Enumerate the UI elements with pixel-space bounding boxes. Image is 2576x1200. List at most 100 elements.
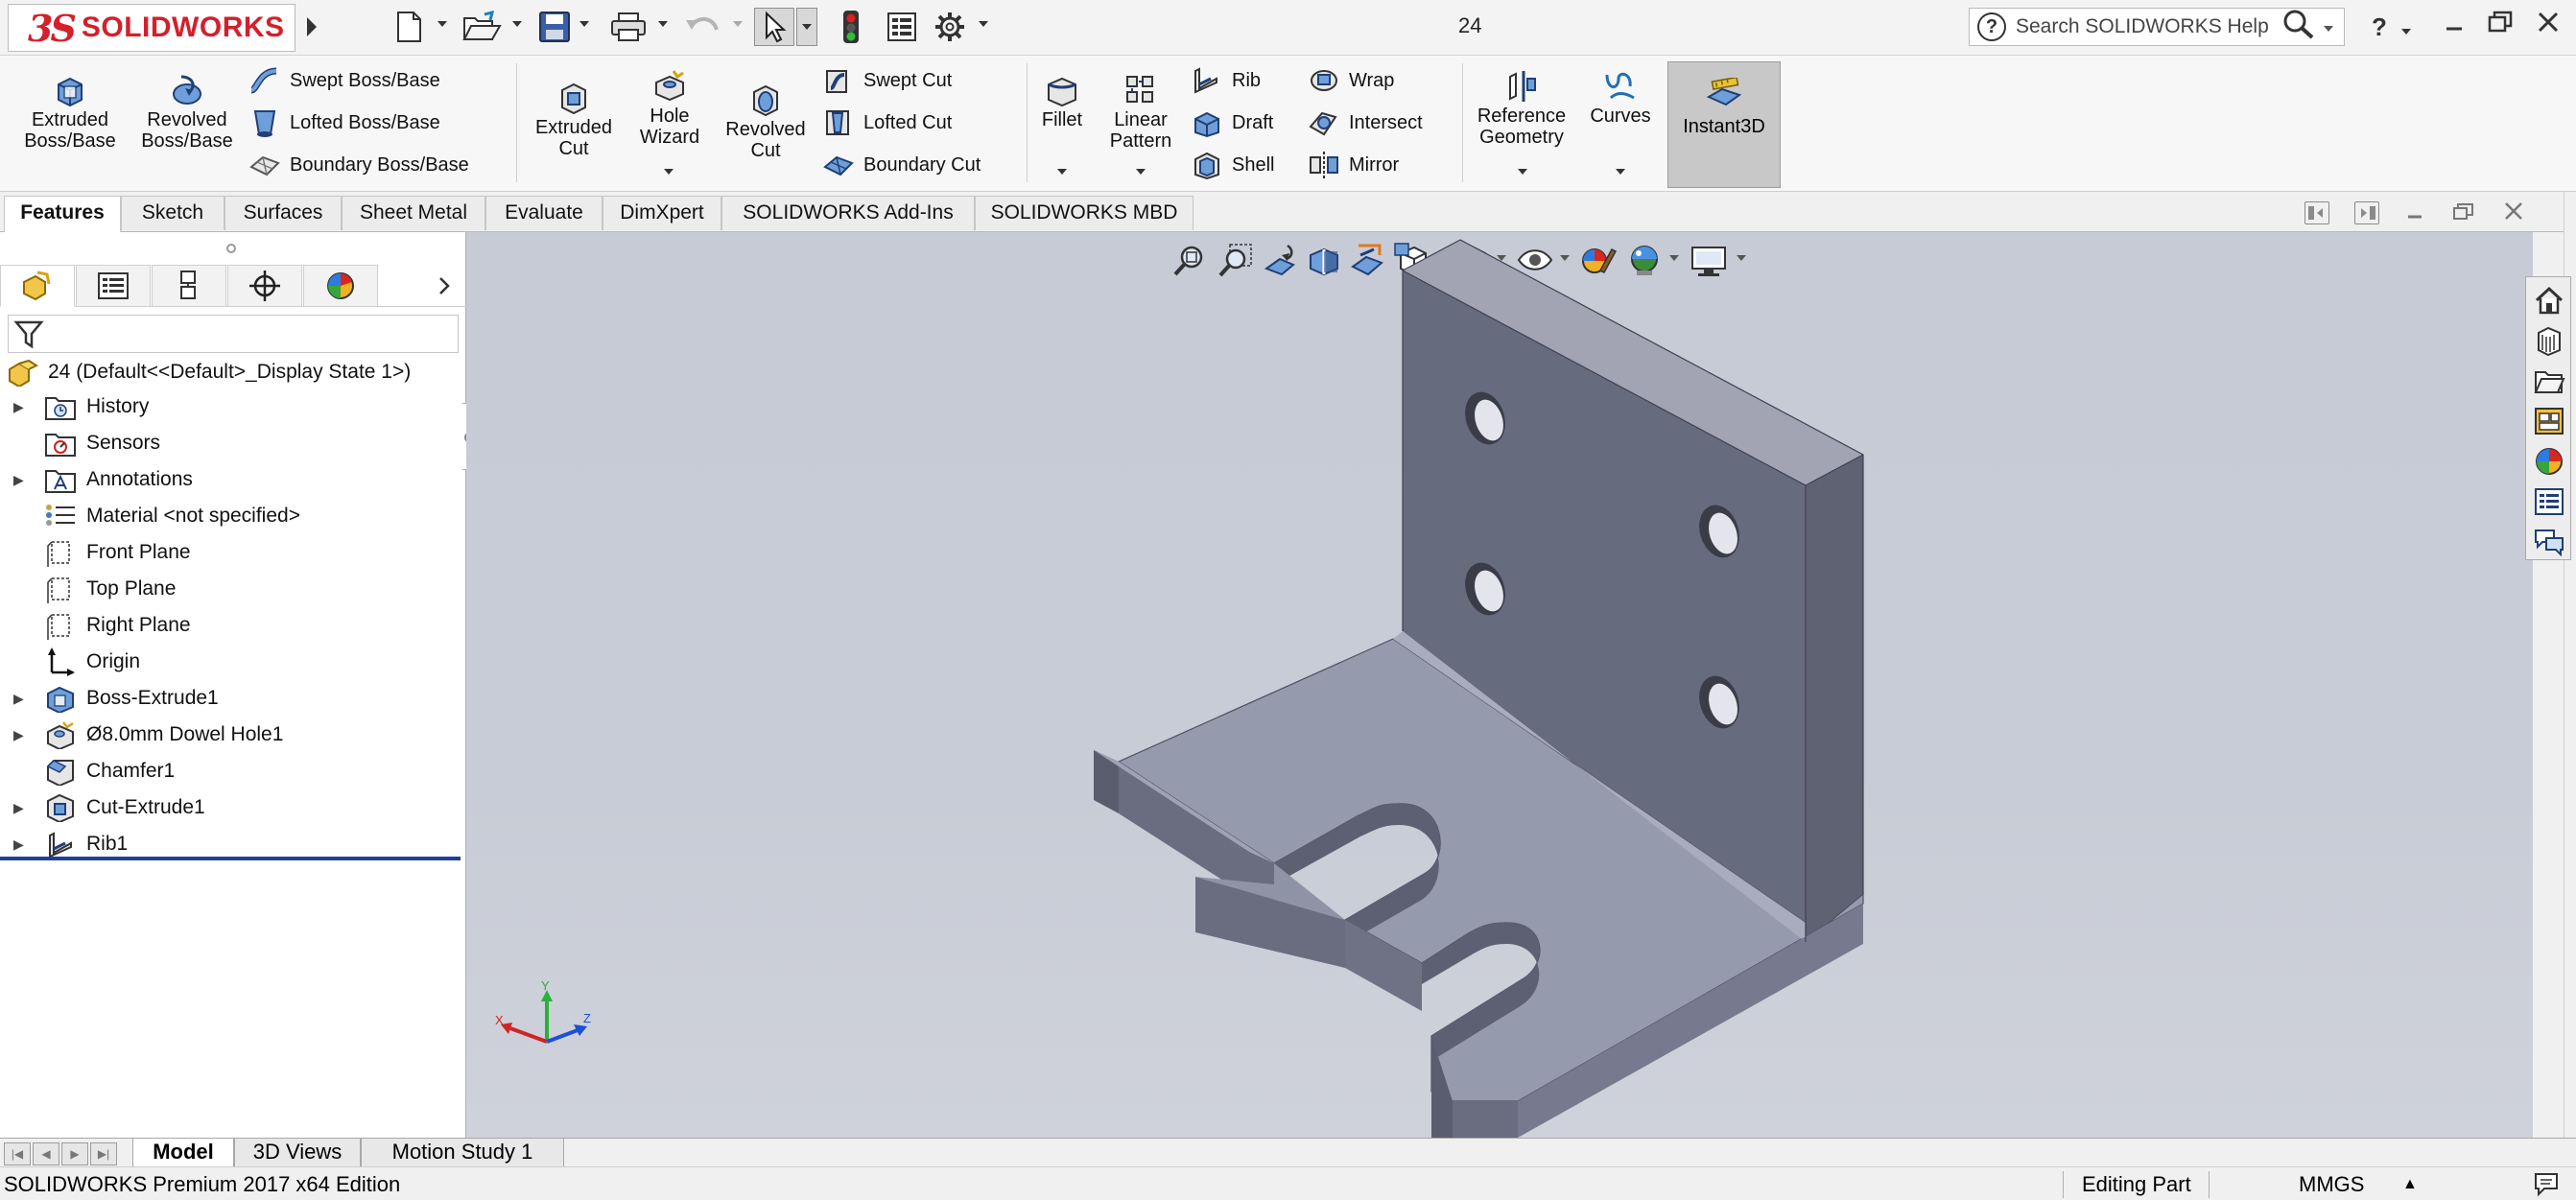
tab-surfaces[interactable]: Surfaces (225, 196, 342, 230)
tab-sketch[interactable]: Sketch (121, 196, 225, 230)
select-dropdown-arrow[interactable] (796, 8, 817, 46)
tab-dimxpert-manager[interactable] (227, 265, 302, 307)
tree-item-boss-extrude1[interactable]: ▶ Boss-Extrude1 (0, 681, 461, 716)
tab-configuration-manager[interactable] (152, 265, 226, 307)
rib-button[interactable]: Rib (1190, 63, 1261, 98)
tree-item-cut-extrude1[interactable]: ▶ Cut-Extrude1 (0, 790, 461, 825)
first-tab-arrow-icon[interactable]: |◀ (4, 1142, 31, 1165)
tree-root-part[interactable]: 24 (Default<<Default>_Display State 1>) (6, 355, 411, 389)
tree-item-dowel-hole1[interactable]: ▶ Ø8.0mm Dowel Hole1 (0, 718, 461, 752)
close-window-icon[interactable] (2529, 8, 2567, 46)
tab-model[interactable]: Model (132, 1139, 234, 1167)
lofted-cut-button[interactable]: Lofted Cut (821, 106, 952, 140)
reference-geometry-button[interactable]: Reference Geometry (1468, 69, 1575, 148)
save-icon[interactable] (535, 8, 574, 46)
mirror-button[interactable]: Mirror (1307, 148, 1399, 182)
hole-wizard-button[interactable]: Hole Wizard (624, 69, 716, 148)
boundary-cut-button[interactable]: Boundary Cut (821, 148, 981, 182)
tab-features[interactable]: Features (4, 196, 121, 232)
tree-item-right-plane[interactable]: Right Plane (0, 608, 461, 643)
tab-solidworks-mbd[interactable]: SOLIDWORKS MBD (975, 196, 1193, 230)
tab-solidworks-add-ins[interactable]: SOLIDWORKS Add-Ins (721, 196, 975, 230)
expand-arrow-icon[interactable]: ▶ (13, 727, 31, 743)
file-explorer-icon[interactable] (2530, 362, 2568, 400)
extruded-cut-button[interactable]: Extruded Cut (526, 81, 622, 159)
units-arrow-icon[interactable]: ▲ (2402, 1171, 2418, 1198)
tabs-scroll-right-icon[interactable] (430, 271, 459, 301)
expand-arrow-icon[interactable]: ▶ (13, 399, 31, 415)
appearances-scenes-icon[interactable] (2530, 442, 2568, 481)
new-dropdown-arrow[interactable] (437, 21, 447, 27)
linear-pattern-dropdown-arrow[interactable] (1136, 169, 1146, 175)
open-dropdown-arrow[interactable] (512, 21, 522, 27)
swept-boss-button[interactable]: Swept Boss/Base (248, 63, 440, 98)
swept-cut-button[interactable]: Swept Cut (821, 63, 952, 98)
tab-3d-views[interactable]: 3D Views (234, 1139, 361, 1167)
custom-properties-icon[interactable] (2530, 482, 2568, 521)
menu-pin-arrow-icon[interactable] (299, 8, 324, 46)
linear-pattern-button[interactable]: Linear Pattern (1096, 73, 1186, 152)
tree-item-annotations[interactable]: ▶ Annotations (0, 462, 461, 497)
solidworks-logo-menu[interactable]: 3S SOLIDWORKS (8, 4, 295, 52)
expand-arrow-icon[interactable]: ▶ (13, 836, 31, 853)
tab-evaluate[interactable]: Evaluate (485, 196, 603, 230)
tree-item-front-plane[interactable]: Front Plane (0, 535, 461, 570)
solidworks-resources-home-icon[interactable] (2530, 281, 2568, 319)
tab-dimxpert[interactable]: DimXpert (603, 196, 721, 230)
minimize-window-icon[interactable] (2435, 8, 2473, 46)
view-palette-icon[interactable] (2530, 402, 2568, 440)
revolved-cut-button[interactable]: Revolved Cut (720, 82, 812, 161)
new-document-icon[interactable] (390, 8, 428, 46)
boundary-boss-button[interactable]: Boundary Boss/Base (248, 148, 469, 182)
expand-arrow-icon[interactable]: ▶ (13, 691, 31, 707)
restore-window-icon[interactable] (2481, 8, 2519, 46)
tree-item-history[interactable]: ▶ History (0, 389, 461, 424)
instant3d-toggle-button[interactable]: Instant3D (1667, 61, 1781, 188)
tab-display-manager[interactable] (303, 265, 378, 307)
lofted-boss-button[interactable]: Lofted Boss/Base (248, 106, 440, 140)
options-dropdown-arrow[interactable] (979, 21, 988, 27)
design-library-icon[interactable] (2530, 321, 2568, 360)
undo-icon[interactable] (681, 8, 725, 46)
tab-property-manager[interactable] (76, 265, 151, 307)
file-properties-icon[interactable] (883, 8, 921, 46)
help-search-box[interactable]: ? Search SOLIDWORKS Help (1969, 8, 2345, 46)
rebuild-traffic-light-icon[interactable] (835, 8, 867, 46)
tree-item-material[interactable]: Material <not specified> (0, 499, 461, 533)
search-icon[interactable] (2282, 9, 2315, 45)
fillet-button[interactable]: Fillet (1032, 73, 1092, 130)
solidworks-forum-icon[interactable] (2530, 523, 2568, 561)
tooltips-chat-icon[interactable] (2533, 1171, 2565, 1198)
close-doc-icon[interactable] (2500, 200, 2527, 224)
expand-arrow-icon[interactable]: ▶ (13, 472, 31, 488)
tile-left-icon[interactable] (2304, 201, 2329, 224)
graphics-area[interactable]: Y X Z (466, 232, 2533, 1138)
draft-button[interactable]: Draft (1190, 106, 1273, 140)
restore-doc-icon[interactable] (2450, 200, 2477, 224)
print-icon[interactable] (606, 8, 650, 46)
next-tab-arrow-icon[interactable]: ▶ (61, 1142, 88, 1165)
tab-motion-study-1[interactable]: Motion Study 1 (361, 1139, 564, 1167)
help-dropdown-arrow[interactable] (2395, 8, 2418, 46)
rollback-bar[interactable] (0, 857, 461, 860)
save-dropdown-arrow[interactable] (579, 21, 589, 27)
wrap-button[interactable]: Wrap (1307, 63, 1394, 98)
curves-dropdown-arrow[interactable] (1616, 169, 1625, 175)
tree-item-chamfer1[interactable]: Chamfer1 (0, 754, 461, 788)
undo-dropdown-arrow[interactable] (733, 21, 743, 27)
search-dropdown-arrow[interactable] (2323, 15, 2334, 38)
expand-arrow-icon[interactable]: ▶ (13, 800, 31, 816)
panel-grip-icon[interactable] (226, 244, 236, 253)
tree-item-origin[interactable]: Origin (0, 645, 461, 679)
shell-button[interactable]: Shell (1190, 148, 1274, 182)
reference-geometry-dropdown-arrow[interactable] (1518, 169, 1527, 175)
fillet-dropdown-arrow[interactable] (1057, 169, 1067, 175)
hole-wizard-dropdown-arrow[interactable] (664, 169, 674, 175)
print-dropdown-arrow[interactable] (658, 21, 668, 27)
tree-item-sensors[interactable]: Sensors (0, 426, 461, 460)
tab-feature-manager-tree[interactable] (0, 265, 75, 307)
tree-item-top-plane[interactable]: Top Plane (0, 572, 461, 606)
extruded-boss-button[interactable]: Extruded Boss/Base (17, 73, 123, 152)
last-tab-arrow-icon[interactable]: ▶| (90, 1142, 117, 1165)
feature-tree-filter[interactable] (8, 315, 459, 353)
